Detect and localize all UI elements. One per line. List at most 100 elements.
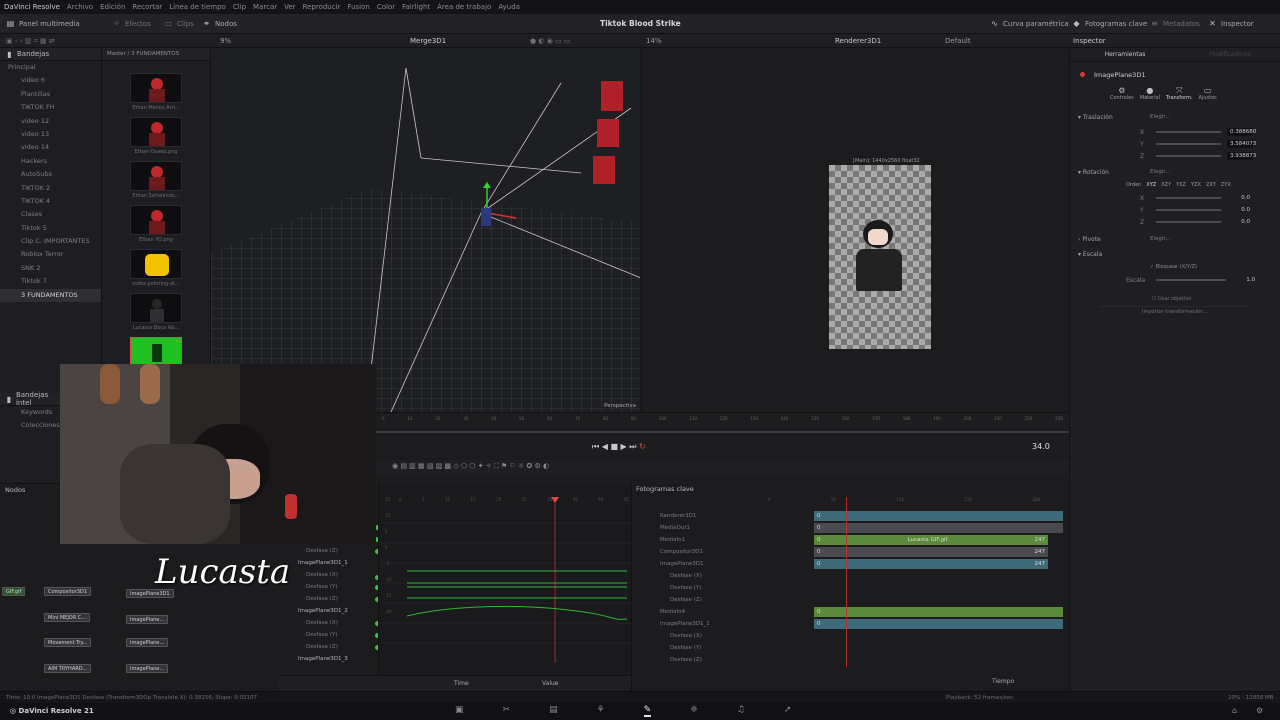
tab-tools[interactable]: Herramientas <box>1070 48 1180 61</box>
kf-playhead[interactable] <box>846 497 847 667</box>
spline-item[interactable]: Desfase (X) <box>278 617 378 629</box>
right-viewer[interactable]: [Main]: 1440x2560 float32 <box>641 48 1069 412</box>
order-xzy[interactable]: XZY <box>1161 182 1171 188</box>
kf-bar-mediain4[interactable]: 0 <box>814 607 1063 617</box>
bin-item[interactable]: TIKTOK 2 <box>0 182 101 195</box>
rot-y-slider[interactable] <box>1156 209 1221 211</box>
bin-item[interactable]: Hackers <box>0 155 101 168</box>
metadata-button[interactable]: ≡ Metadatos <box>1150 19 1200 28</box>
timecode[interactable]: 34.0 <box>1032 442 1050 451</box>
kf-row[interactable]: MediaOut1 <box>632 522 748 534</box>
media-page-icon[interactable]: ▣ <box>455 705 464 717</box>
menu-item-edicion[interactable]: Edición <box>100 3 125 11</box>
menu-item-recortar[interactable]: Recortar <box>132 3 162 11</box>
scale-value[interactable]: 1.0 <box>1232 276 1258 284</box>
menu-item-marcar[interactable]: Marcar <box>253 3 277 11</box>
tiempo-dropdown[interactable]: Tiempo <box>992 678 1014 685</box>
inspector-button[interactable]: ✕ Inspector <box>1208 19 1254 28</box>
bin-item[interactable]: Clases <box>0 208 101 221</box>
node-imageplane[interactable]: ImagePlane... <box>126 615 169 624</box>
smart-bin-collections[interactable]: Colecciones <box>0 419 60 432</box>
rotation-z[interactable]: 0.0 <box>1227 218 1253 226</box>
bin-item[interactable]: Roblox Terror <box>0 248 101 261</box>
subtab-material[interactable]: ● Material <box>1140 86 1160 101</box>
bin-item[interactable]: Clip C. IMPORTANTES <box>0 235 101 248</box>
menu-item-ayuda[interactable]: Ayuda <box>498 3 520 11</box>
kf-row[interactable]: Desfase (Y) <box>632 582 748 594</box>
kf-row[interactable]: Renderer3D1 <box>632 510 748 522</box>
left-viewer-controls[interactable]: ● ◐ ◉ ▭ ▭ <box>530 37 570 45</box>
bin-item[interactable]: video 12 <box>0 115 101 128</box>
transport-controls[interactable]: ⏮ ◀ ■ ▶ ⏭ ↻ <box>592 442 646 452</box>
kf-bar-imageplane[interactable]: 0 247 <box>814 559 1048 569</box>
bin-item-selected[interactable]: 3 FUNDAMENTOS <box>0 288 101 303</box>
y-slider[interactable] <box>1156 143 1221 145</box>
media-clip[interactable]: Ethan Menos Arri... <box>102 73 210 113</box>
media-clip[interactable]: Lucasss Boca Ab... <box>102 293 210 333</box>
node-aim[interactable]: AIM TRYHARD... <box>44 664 92 673</box>
menu-item-timeline[interactable]: Línea de tiempo <box>169 3 226 11</box>
cut-page-icon[interactable]: ✂ <box>503 705 511 717</box>
menu-item-reproducir[interactable]: Reproducir <box>303 3 341 11</box>
spline-item[interactable]: Desfase (Z) <box>278 545 378 557</box>
scale-slider[interactable] <box>1156 279 1226 281</box>
menu-item-workspace[interactable]: Área de trabajo <box>437 3 491 11</box>
translation-x[interactable]: 0.388680 <box>1227 128 1256 136</box>
node-mini-mejor[interactable]: Mini MEJOR C... <box>44 613 91 622</box>
keyframes-button[interactable]: ◆ Fotogramas clave <box>1072 19 1147 28</box>
fusion-tool-icons[interactable]: ◉ ▤ ▥ ▦ ▧ ▨ ▩ ◇ ⬠ ⬡ ✦ ✧ ⛶ ⚑ ⚐ ☼ ✪ ⚙ ◐ <box>392 462 549 471</box>
kf-row[interactable]: Desfase (Y) <box>632 642 748 654</box>
spline-item[interactable]: Desfase (Z) <box>278 641 378 653</box>
scale-section[interactable]: ▾ Escala <box>1078 251 1102 258</box>
tab-modifiers[interactable]: Modificadores <box>1180 48 1280 61</box>
kf-row[interactable]: MediaIn1 <box>632 534 748 546</box>
color-page-icon[interactable]: ✎ <box>643 705 652 717</box>
order-yxz[interactable]: YXZ <box>1176 182 1186 188</box>
kf-bar-compositor[interactable]: 0 247 <box>814 547 1048 557</box>
right-zoom[interactable]: 14% <box>646 37 662 45</box>
node-imageplane[interactable]: ImagePlane... <box>126 664 169 673</box>
order-yzx[interactable]: YZX <box>1191 182 1201 188</box>
bin-item[interactable]: Tiktok 5 <box>0 222 101 235</box>
bin-item[interactable]: video 14 <box>0 141 101 154</box>
spline-item[interactable]: ImagePlane3D1_2 <box>278 605 378 617</box>
node-compositor[interactable]: Compositor3D1 <box>44 587 91 596</box>
left-viewer[interactable]: Perspectiva <box>210 48 640 412</box>
clips-button[interactable]: ▭ Clips <box>164 19 194 28</box>
pivot-section[interactable]: › Pivote <box>1078 236 1101 243</box>
order-zxy[interactable]: ZXY <box>1206 182 1216 188</box>
rotation-pick[interactable]: Elegir... <box>1150 169 1170 175</box>
use-target-checkbox[interactable]: ☐ Usar objetivo <box>1152 296 1191 302</box>
media-clip[interactable]: Ethan Queso.png <box>102 117 210 157</box>
node-gif[interactable]: GIF.gif <box>2 587 26 596</box>
menu-item-archivo[interactable]: Archivo <box>67 3 93 11</box>
rotation-section[interactable]: ▾ Rotación <box>1078 169 1109 176</box>
menu-item-fusion[interactable]: Fusion <box>347 3 369 11</box>
effects-button[interactable]: ✧ Efectos <box>112 19 151 28</box>
bin-item[interactable]: Tiktok 7 <box>0 275 101 288</box>
order-xyz[interactable]: XYZ <box>1146 182 1156 188</box>
node-movement[interactable]: Movement Try... <box>44 638 92 647</box>
bin-item[interactable]: video 13 <box>0 128 101 141</box>
kf-bar-imageplane1[interactable]: 0 <box>814 619 1063 629</box>
time-dropdown[interactable]: Time <box>454 680 469 687</box>
menu-item-clip[interactable]: Clip <box>233 3 246 11</box>
menu-item-fairlight[interactable]: Fairlight <box>402 3 430 11</box>
spline-item[interactable]: Desfase (X) <box>278 569 378 581</box>
spline-item[interactable]: ImagePlane3D1_3 <box>278 653 378 665</box>
pivot-pick[interactable]: Elegir... <box>1150 236 1170 242</box>
kf-row[interactable]: Compositor3D1 <box>632 546 748 558</box>
kf-bar-renderer[interactable]: 0 <box>814 511 1063 521</box>
bin-item[interactable]: TIKTOK 4 <box>0 195 101 208</box>
translation-y[interactable]: 3.584073 <box>1227 140 1256 148</box>
spline-item[interactable]: Desfase (Y) <box>278 581 378 593</box>
media-panel-button[interactable]: ▤ Panel multimedia <box>6 19 80 28</box>
smart-bin-keywords[interactable]: Keywords <box>0 406 60 419</box>
media-clip[interactable]: Ethan YO.png <box>102 205 210 245</box>
lut-default[interactable]: Default <box>945 37 971 45</box>
fusion-page-icon[interactable]: ⚘ <box>597 705 605 717</box>
kf-row[interactable]: Desfase (X) <box>632 570 748 582</box>
kf-row[interactable]: Desfase (Z) <box>632 654 748 666</box>
subtab-settings[interactable]: ▭ Ajustes <box>1199 86 1217 101</box>
x-slider[interactable] <box>1156 131 1221 133</box>
